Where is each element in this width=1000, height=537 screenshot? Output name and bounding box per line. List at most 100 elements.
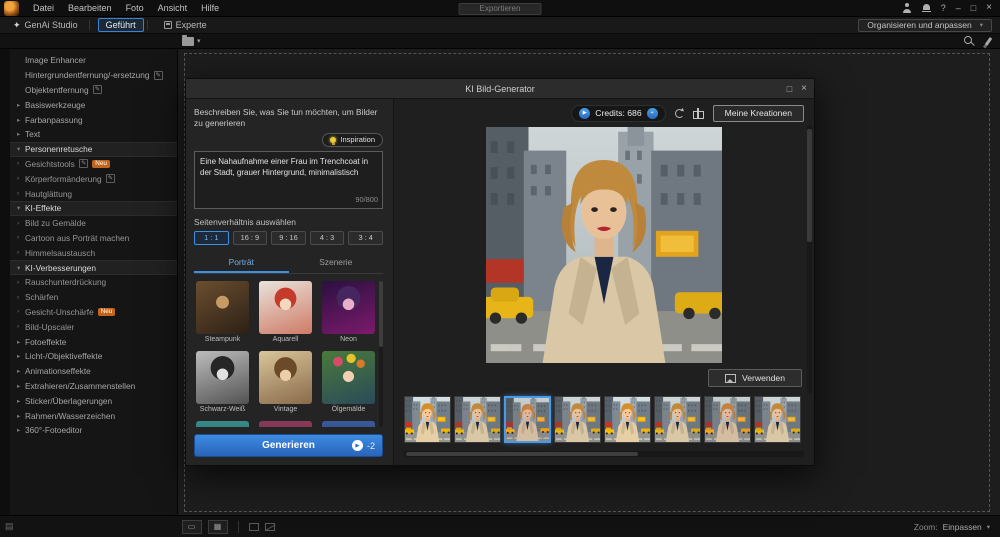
sidebar-item[interactable]: ▸ Extrahieren/Zusammenstellen	[10, 379, 177, 394]
sidebar-item[interactable]: › Schärfen	[10, 290, 177, 305]
new-badge: Neu	[98, 308, 116, 316]
sidebar-item[interactable]: › Himmelsaustausch	[10, 245, 177, 260]
notifications-icon[interactable]	[922, 4, 931, 13]
scrollbar-thumb[interactable]	[807, 129, 812, 242]
sidebar-item[interactable]: › Gesichtstools ✎ Neu	[10, 157, 177, 172]
account-icon[interactable]	[902, 3, 912, 13]
credits-value: Credits: 686	[595, 108, 641, 118]
chevron-down-icon[interactable]: ▾	[197, 37, 201, 45]
sidebar-item[interactable]: Hintergrundentfernung/-ersetzung ✎	[10, 68, 177, 83]
style-option[interactable]: Steampunk	[194, 281, 251, 343]
sidebar-item[interactable]: › Körperformänderung ✎	[10, 171, 177, 186]
export-button[interactable]: Exportieren	[459, 3, 542, 15]
aspect-ratio-button[interactable]: 4 : 3	[310, 231, 345, 245]
menu-item[interactable]: Bearbeiten	[61, 3, 119, 13]
close-button[interactable]: ×	[986, 3, 992, 13]
style-tab[interactable]: Porträt	[194, 254, 289, 273]
generate-button[interactable]: Generieren ▶ -2	[194, 434, 383, 457]
sidebar-item[interactable]: › Bild-Upscaler	[10, 319, 177, 334]
style-option[interactable]	[194, 421, 251, 427]
app-logo-icon[interactable]	[4, 1, 19, 16]
sidebar-item[interactable]: ▸ Farbanpassung	[10, 112, 177, 127]
filmstrip-view-button[interactable]: ▭	[182, 520, 202, 534]
sidebar-item[interactable]: ▸ Text	[10, 127, 177, 142]
result-thumbnail[interactable]	[754, 396, 801, 443]
generated-image[interactable]	[486, 127, 722, 363]
use-button[interactable]: Verwenden	[708, 369, 802, 387]
aspect-ratio-button[interactable]: 9 : 16	[271, 231, 306, 245]
panel-toggle-icon[interactable]: ▤	[5, 521, 14, 532]
aspect-ratio-button[interactable]: 1 : 1	[194, 231, 229, 245]
style-list: Steampunk Aquarell Neon	[194, 281, 383, 427]
sidebar-item[interactable]: ▸ Fotoeffekte	[10, 334, 177, 349]
tab-expert[interactable]: Experte	[156, 18, 215, 32]
credits-row: ▶ Credits: 686 + Meine Kreationen	[404, 102, 804, 124]
result-thumbnail[interactable]	[404, 396, 451, 443]
sidebar-item[interactable]: ▾ KI-Verbesserungen	[10, 260, 177, 275]
sidebar-item[interactable]: ▸ Sticker/Überlagerungen	[10, 393, 177, 408]
result-thumbnail[interactable]	[554, 396, 601, 443]
dialog-titlebar[interactable]: KI Bild-Generator □ ×	[186, 79, 814, 99]
aspect-ratio-button[interactable]: 3 : 4	[348, 231, 383, 245]
menu-item[interactable]: Ansicht	[151, 3, 195, 13]
sidebar-item[interactable]: ▸ 360°-Fotoeditor	[10, 423, 177, 438]
prompt-textarea[interactable]: Eine Nahaufnahme einer Frau im Trenchcoa…	[194, 151, 383, 209]
style-option[interactable]: Schwarz-Weiß	[194, 351, 251, 413]
sidebar-item[interactable]: ▸ Animationseffekte	[10, 364, 177, 379]
sidebar-item[interactable]: › Hautglättung	[10, 186, 177, 201]
chevron-icon: ▸	[17, 382, 25, 390]
gift-icon[interactable]	[693, 108, 704, 119]
menu-item[interactable]: Hilfe	[194, 3, 226, 13]
style-option[interactable]: Neon	[320, 281, 377, 343]
style-option[interactable]	[320, 421, 377, 427]
result-thumbnail[interactable]	[704, 396, 751, 443]
search-icon[interactable]	[964, 36, 975, 47]
result-thumbnail[interactable]	[654, 396, 701, 443]
dialog-close-button[interactable]: ×	[801, 83, 807, 94]
grid-view-button[interactable]: ▦	[208, 520, 228, 534]
sidebar-item[interactable]: ▾ KI-Effekte	[10, 201, 177, 216]
sidebar-item[interactable]: Objektentfernung ✎	[10, 83, 177, 98]
sidebar-item[interactable]: ▾ Personenretusche	[10, 142, 177, 157]
compare-view-icon[interactable]	[249, 523, 259, 531]
folder-icon[interactable]	[182, 37, 194, 46]
style-option[interactable]: Ölgemälde	[320, 351, 377, 413]
menu-item[interactable]: Foto	[119, 3, 151, 13]
minimize-button[interactable]: –	[956, 4, 961, 13]
menu-item[interactable]: Datei	[26, 3, 61, 13]
sidebar-item[interactable]: Image Enhancer	[10, 53, 177, 68]
result-thumbnail[interactable]	[604, 396, 651, 443]
credits-badge[interactable]: ▶ Credits: 686 +	[571, 105, 665, 122]
style-scrollbar[interactable]	[379, 281, 383, 427]
dialog-maximize-button[interactable]: □	[787, 84, 792, 94]
refresh-icon[interactable]	[675, 109, 684, 118]
scrollbar-thumb[interactable]	[406, 452, 638, 456]
inspiration-button[interactable]: Inspiration	[322, 133, 383, 147]
style-label: Aquarell	[273, 336, 299, 343]
style-option[interactable]: Aquarell	[257, 281, 314, 343]
style-option[interactable]	[257, 421, 314, 427]
help-icon[interactable]: ?	[941, 4, 946, 13]
sidebar-item[interactable]: › Cartoon aus Porträt machen	[10, 231, 177, 246]
sidebar-item[interactable]: ▸ Basiswerkzeuge	[10, 97, 177, 112]
tab-guided[interactable]: Geführt	[98, 18, 144, 32]
before-after-icon[interactable]	[265, 523, 275, 531]
organize-dropdown[interactable]: Organisieren und anpassen ▾	[858, 19, 992, 32]
zoom-select[interactable]: Einpassen	[943, 522, 982, 532]
add-credits-button[interactable]: +	[647, 108, 658, 119]
sidebar-item[interactable]: › Gesicht-Unschärfe Neu	[10, 305, 177, 320]
maximize-button[interactable]: □	[971, 4, 976, 13]
sidebar-item[interactable]: › Rauschunterdrückung	[10, 275, 177, 290]
result-thumbnail[interactable]	[454, 396, 501, 443]
sidebar-item[interactable]: ▸ Rahmen/Wasserzeichen	[10, 408, 177, 423]
result-thumbnail[interactable]	[504, 396, 551, 443]
sidebar-item[interactable]: ▸ Licht-/Objektiveffekte	[10, 349, 177, 364]
style-tab[interactable]: Szenerie	[289, 254, 384, 273]
brush-icon[interactable]	[985, 36, 993, 45]
tab-genai-studio[interactable]: ✦ GenAi Studio	[5, 18, 86, 33]
my-creations-button[interactable]: Meine Kreationen	[713, 105, 804, 122]
sidebar-item[interactable]: › Bild zu Gemälde	[10, 216, 177, 231]
generate-cost: ▶ -2	[352, 440, 375, 451]
aspect-ratio-button[interactable]: 16 : 9	[233, 231, 268, 245]
style-option[interactable]: Vintage	[257, 351, 314, 413]
